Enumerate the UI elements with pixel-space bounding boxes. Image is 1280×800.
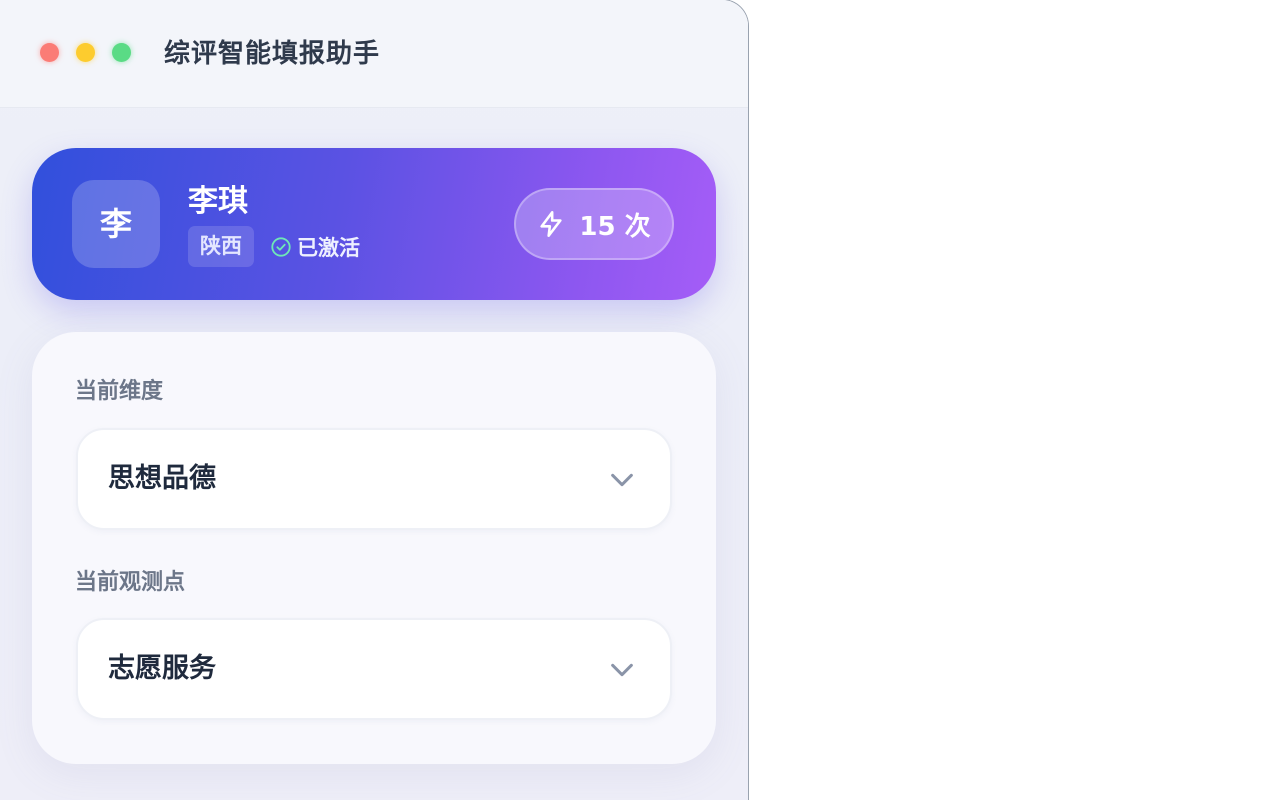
avatar: 李 bbox=[72, 180, 160, 268]
bolt-icon bbox=[540, 211, 562, 237]
form-card: 当前维度 思想品德 当前观测点 志愿服务 bbox=[32, 332, 716, 764]
dimension-value: 思想品德 bbox=[108, 463, 216, 494]
observation-point-select[interactable]: 志愿服务 bbox=[76, 618, 672, 720]
app-title: 综评智能填报助手 bbox=[164, 39, 381, 69]
check-circle-icon bbox=[271, 236, 291, 257]
credits-count: 15 次 bbox=[579, 211, 651, 242]
close-window-button[interactable] bbox=[40, 43, 59, 62]
chevron-down-icon bbox=[611, 473, 633, 487]
user-card: 李 李琪 陕西 已激活 15 次 bbox=[32, 148, 716, 300]
dimension-select[interactable]: 思想品德 bbox=[76, 428, 672, 530]
observation-point-label: 当前观测点 bbox=[75, 570, 186, 595]
province-tag: 陕西 bbox=[188, 226, 254, 267]
titlebar: 综评智能填报助手 bbox=[0, 0, 748, 108]
dimension-label: 当前维度 bbox=[75, 379, 164, 404]
zoom-window-button[interactable] bbox=[112, 43, 131, 62]
user-name: 李琪 bbox=[188, 184, 248, 219]
observation-point-value: 志愿服务 bbox=[108, 653, 216, 684]
chevron-down-icon bbox=[611, 663, 633, 677]
status-text: 已激活 bbox=[297, 235, 360, 260]
minimize-window-button[interactable] bbox=[76, 43, 95, 62]
credits-badge[interactable]: 15 次 bbox=[514, 188, 674, 260]
app-window: 综评智能填报助手 李 李琪 陕西 已激活 15 次 当前维度 思想品德 当前观测… bbox=[0, 0, 748, 800]
activation-status: 已激活 bbox=[270, 226, 360, 267]
